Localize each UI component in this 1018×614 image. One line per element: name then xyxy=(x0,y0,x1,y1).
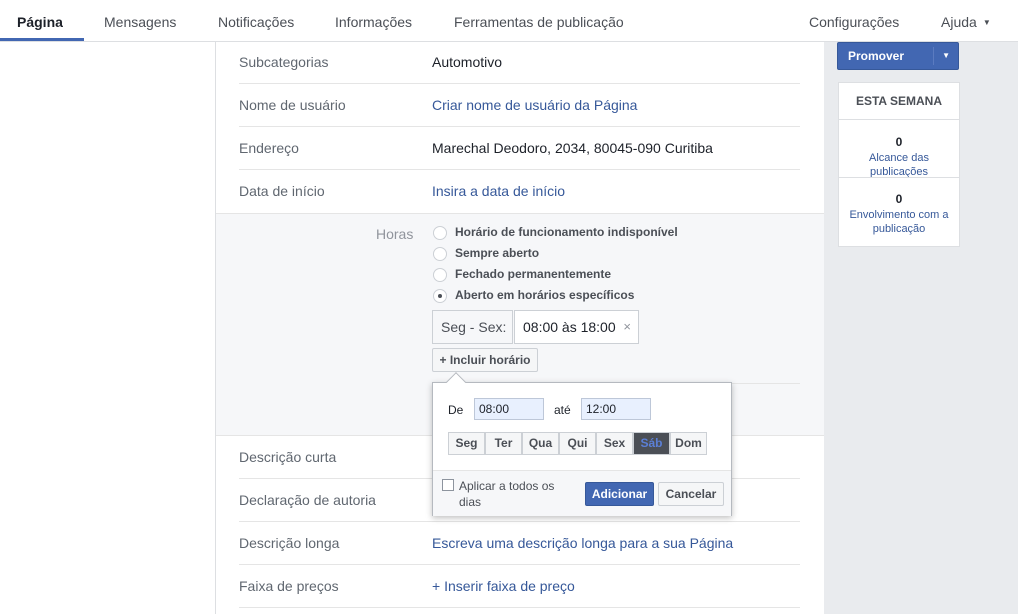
radio-icon xyxy=(433,247,447,261)
row-long-description: Descrição longa Escreva uma descrição lo… xyxy=(239,522,800,565)
long-description-link[interactable]: Escreva uma descrição longa para a sua P… xyxy=(432,535,733,551)
from-label: De xyxy=(448,403,464,417)
day-seg[interactable]: Seg xyxy=(448,432,485,455)
row-subcategories: Subcategorias Automotivo xyxy=(239,42,800,84)
day-sab[interactable]: Sáb xyxy=(633,432,670,455)
tab-mensagens[interactable]: Mensagens xyxy=(104,0,176,42)
post-engagement-stat: 0 Envolvimento com a publicação xyxy=(839,192,959,236)
row-username: Nome de usuário Criar nome de usuário da… xyxy=(239,84,800,127)
post-engagement-value: 0 xyxy=(895,192,903,206)
address-value[interactable]: Marechal Deodoro, 2034, 80045-090 Curiti… xyxy=(432,140,713,156)
promote-label: Promover xyxy=(848,49,905,63)
popover-footer: Aplicar a todos os dias Adicionar Cancel… xyxy=(433,470,731,516)
address-label: Endereço xyxy=(239,140,299,156)
post-engagement-link[interactable]: Envolvimento com a publicação xyxy=(839,208,959,236)
hours-label: Horas xyxy=(376,226,414,242)
to-label: até xyxy=(554,403,571,417)
active-tab-indicator xyxy=(0,38,84,41)
this-week-title: ESTA SEMANA xyxy=(839,83,959,120)
radio-label: Fechado permanentemente xyxy=(455,267,612,281)
day-sex[interactable]: Sex xyxy=(596,432,633,455)
help-label: Ajuda xyxy=(941,14,977,30)
help-menu[interactable]: Ajuda ▼ xyxy=(941,0,991,42)
long-description-label: Descrição longa xyxy=(239,535,340,551)
row-address: Endereço Marechal Deodoro, 2034, 80045-0… xyxy=(239,127,800,170)
top-navigation: Página Mensagens Notificações Informaçõe… xyxy=(0,0,1018,42)
left-spacer xyxy=(0,42,215,614)
tab-informacoes[interactable]: Informações xyxy=(335,0,412,42)
divider xyxy=(731,383,800,384)
day-dom[interactable]: Dom xyxy=(670,432,707,455)
apply-all-label[interactable]: Aplicar a todos os dias xyxy=(459,478,569,510)
caret-down-icon: ▼ xyxy=(982,18,991,28)
add-button[interactable]: Adicionar xyxy=(585,482,654,506)
from-time-input[interactable]: 08:00 xyxy=(474,398,544,420)
add-hours-popover: De 08:00 até 12:00 Seg Ter Qua Qui Sex S… xyxy=(432,372,732,516)
radio-label: Horário de funcionamento indisponível xyxy=(455,225,678,239)
apply-all-checkbox[interactable] xyxy=(442,479,454,491)
start-date-link[interactable]: Insira a data de início xyxy=(432,183,565,199)
radio-checked-icon xyxy=(433,289,447,303)
radio-icon xyxy=(433,268,447,282)
radio-label: Aberto em horários específicos xyxy=(455,288,635,302)
remove-hours-icon[interactable]: × xyxy=(623,311,631,343)
promote-button[interactable]: Promover ▼ xyxy=(837,42,959,70)
day-qua[interactable]: Qua xyxy=(522,432,559,455)
caret-down-icon[interactable]: ▼ xyxy=(942,43,950,69)
day-qui[interactable]: Qui xyxy=(559,432,596,455)
create-username-link[interactable]: Criar nome de usuário da Página xyxy=(432,97,637,113)
username-label: Nome de usuário xyxy=(239,97,346,113)
tab-pagina[interactable]: Página xyxy=(17,0,63,42)
this-week-panel: ESTA SEMANA 0 Alcance das publicações 0 … xyxy=(838,82,960,247)
tab-ferramentas-publicacao[interactable]: Ferramentas de publicação xyxy=(454,0,624,42)
tab-configuracoes[interactable]: Configurações xyxy=(809,0,899,42)
subcategories-label: Subcategorias xyxy=(239,54,329,70)
radio-icon xyxy=(433,226,447,240)
tab-notificacoes[interactable]: Notificações xyxy=(218,0,294,42)
hours-range-time-text: 08:00 às 18:00 xyxy=(523,319,616,335)
hours-range-days: Seg - Sex: xyxy=(432,310,513,344)
divider xyxy=(839,177,959,178)
short-description-label: Descrição curta xyxy=(239,449,337,465)
row-start-date: Data de início Insira a data de início xyxy=(239,170,800,213)
post-reach-value: 0 xyxy=(895,135,903,149)
hours-range-time: 08:00 às 18:00 × xyxy=(514,310,639,344)
add-hours-button[interactable]: + Incluir horário xyxy=(432,348,538,372)
to-time-input[interactable]: 12:00 xyxy=(581,398,651,420)
authorship-label: Declaração de autoria xyxy=(239,492,376,508)
row-price-range: Faixa de preços + Inserir faixa de preço xyxy=(239,565,800,608)
subcategories-value[interactable]: Automotivo xyxy=(432,54,502,70)
post-reach-stat: 0 Alcance das publicações xyxy=(839,135,959,179)
divider xyxy=(933,47,934,65)
price-range-label: Faixa de preços xyxy=(239,578,339,594)
cancel-button[interactable]: Cancelar xyxy=(658,482,724,506)
add-price-range-link[interactable]: + Inserir faixa de preço xyxy=(432,578,575,594)
start-date-label: Data de início xyxy=(239,183,325,199)
radio-label: Sempre aberto xyxy=(455,246,540,260)
post-reach-link[interactable]: Alcance das publicações xyxy=(839,151,959,179)
day-ter[interactable]: Ter xyxy=(485,432,522,455)
